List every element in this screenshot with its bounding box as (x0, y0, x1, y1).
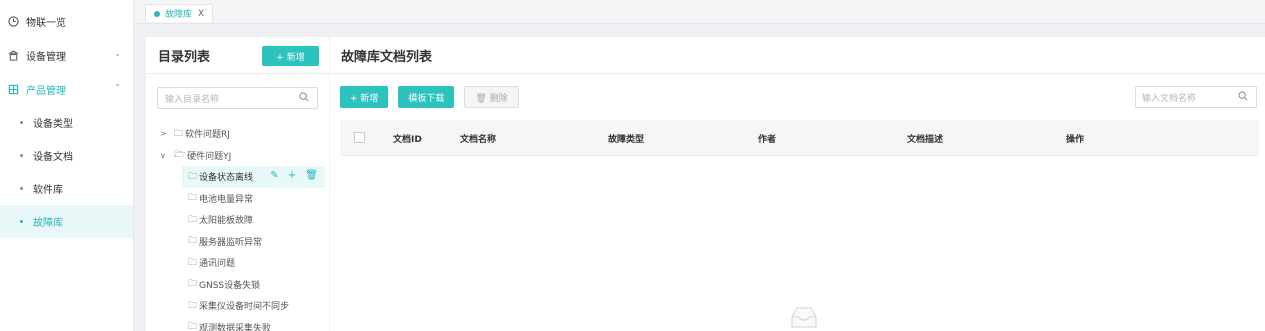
nav-sub-device-type[interactable]: 设备类型 (0, 106, 133, 139)
tab-label: 故障库 (165, 10, 193, 20)
product-icon (6, 82, 20, 96)
directory-title: 目录列表 (158, 49, 211, 65)
tree-node-software[interactable]: > 🗀 软件问题RJ (160, 123, 325, 145)
directory-search-input[interactable]: 输入目录名称 (157, 87, 318, 109)
nav-item-label: 产品管理 (26, 85, 66, 97)
column-header[interactable]: 文档ID (393, 132, 422, 145)
column-header[interactable]: 作者 (758, 132, 776, 145)
bullet-icon (20, 220, 23, 223)
tree-child-label: 采集仪设备时间不同步 (199, 302, 290, 313)
tree-child-label: 太阳能板故障 (199, 216, 254, 227)
chevron-up-icon: ⌃ (114, 83, 121, 92)
nav-item-label: 物联一览 (26, 17, 66, 29)
nav-sub-fault-lib[interactable]: 故障库 (0, 205, 133, 238)
add-directory-button[interactable]: + 新增 (262, 46, 319, 66)
folder-icon: 🗀 (174, 128, 184, 139)
template-download-button[interactable]: 模板下载 (398, 86, 455, 108)
toolbar: + 新增 模板下载 🗑 删除 (340, 86, 519, 108)
nav-item-overview[interactable]: 物联一览 (0, 4, 133, 38)
column-header[interactable]: 故障类型 (608, 132, 644, 145)
expand-caret-icon[interactable]: > (160, 129, 170, 138)
folder-icon: 🗀 (188, 214, 198, 225)
tree-child[interactable]: 🗀 电池电量异常 (160, 188, 325, 210)
tree-child[interactable]: 🗀 通讯问题 (160, 252, 325, 274)
page-title: 故障库文档列表 (341, 49, 433, 65)
tree-node-hardware[interactable]: ∨ 🗁 硬件问题YJ (160, 145, 325, 167)
tree-child-label: 设备状态离线 (199, 173, 254, 184)
folder-icon: 🗀 (188, 257, 198, 268)
close-icon[interactable]: X (198, 9, 204, 19)
tree-child[interactable]: 🗀 采集仪设备时间不同步 (160, 295, 325, 317)
tree-child-label: 服务器监听异常 (199, 237, 263, 248)
tree-child-label: 观测数据采集失败 (199, 323, 272, 331)
nav-sub-device-docs[interactable]: 设备文档 (0, 139, 133, 172)
directory-panel: 目录列表 + 新增 输入目录名称 > 🗀 软件问题RJ ∨ 🗁 硬件问题YJ 🗀… (146, 37, 329, 331)
tree-child[interactable]: 🗀 太阳能板故障 (160, 209, 325, 231)
tree-child[interactable]: 🗀 观测数据采集失败 (160, 317, 325, 331)
search-icon[interactable] (299, 92, 309, 105)
tree-node-label: 硬件问题YJ (187, 151, 232, 162)
bullet-icon (20, 154, 23, 157)
document-list-header: 故障库文档列表 (330, 37, 1265, 74)
folder-open-icon: 🗁 (174, 150, 186, 161)
tree-child-selected[interactable]: 🗀 设备状态离线 ✎ + 🗑 (182, 166, 325, 188)
table-header: 文档ID 文档名称 故障类型 作者 文档描述 操作 (340, 120, 1259, 156)
tab-bar: 故障库 X (135, 0, 1265, 24)
tree-child[interactable]: 🗀 服务器监听异常 (160, 231, 325, 253)
column-header[interactable]: 文档描述 (907, 132, 943, 145)
search-icon[interactable] (1238, 91, 1248, 104)
search-placeholder: 输入目录名称 (165, 94, 220, 105)
nav-item-product-management[interactable]: 产品管理 ⌃ (0, 72, 133, 106)
tree-node-label: 软件问题RJ (185, 130, 230, 141)
empty-inbox-icon (791, 307, 817, 328)
node-actions[interactable]: ✎ + 🗑 (270, 170, 321, 181)
add-document-button[interactable]: + 新增 (340, 86, 389, 108)
folder-icon: 🗀 (188, 300, 198, 311)
bullet-icon (20, 121, 23, 124)
chevron-down-icon: ⌄ (114, 49, 121, 58)
search-placeholder: 输入文档名称 (1142, 93, 1197, 104)
folder-icon: 🗀 (188, 193, 198, 204)
folder-icon: 🗀 (188, 171, 198, 182)
bullet-icon (20, 187, 23, 190)
tree-child-label: 电池电量异常 (199, 194, 254, 205)
column-header[interactable]: 操作 (1066, 132, 1084, 145)
folder-icon: 🗀 (188, 279, 198, 290)
tab-fault-lib[interactable]: 故障库 X (145, 4, 214, 22)
document-list-panel: 故障库文档列表 + 新增 模板下载 🗑 删除 输入文档名称 文档ID 文档名称 … (330, 37, 1265, 331)
device-icon (6, 48, 20, 62)
tree-child-label: GNSS设备失锁 (199, 280, 261, 291)
active-dot-icon (154, 10, 160, 17)
nav-sub-label: 软件库 (33, 185, 63, 196)
folder-icon: 🗀 (188, 236, 198, 247)
nav-sub-label: 设备类型 (33, 119, 73, 130)
delete-button[interactable]: 🗑 删除 (464, 86, 519, 108)
document-search-input[interactable]: 输入文档名称 (1135, 86, 1257, 108)
nav-sub-software-lib[interactable]: 软件库 (0, 172, 133, 205)
select-all-checkbox[interactable] (354, 132, 365, 143)
column-header[interactable]: 文档名称 (460, 132, 496, 145)
tree-child-label: 通讯问题 (199, 259, 236, 270)
nav-sub-label: 设备文档 (33, 152, 73, 163)
directory-tree: > 🗀 软件问题RJ ∨ 🗁 硬件问题YJ 🗀 设备状态离线 ✎ + 🗑 🗀 电… (160, 123, 325, 331)
collapse-caret-icon[interactable]: ∨ (160, 151, 170, 160)
tree-child[interactable]: 🗀 GNSS设备失锁 (160, 274, 325, 296)
folder-icon: 🗀 (188, 322, 198, 331)
nav-sub-label: 故障库 (33, 218, 63, 229)
side-navigation: 物联一览 设备管理 ⌄ 产品管理 ⌃ 设备类型 设备文档 软件库 故障库 (0, 0, 134, 331)
nav-item-label: 设备管理 (26, 51, 66, 63)
nav-item-device-management[interactable]: 设备管理 ⌄ (0, 38, 133, 72)
clock-icon (6, 14, 20, 28)
